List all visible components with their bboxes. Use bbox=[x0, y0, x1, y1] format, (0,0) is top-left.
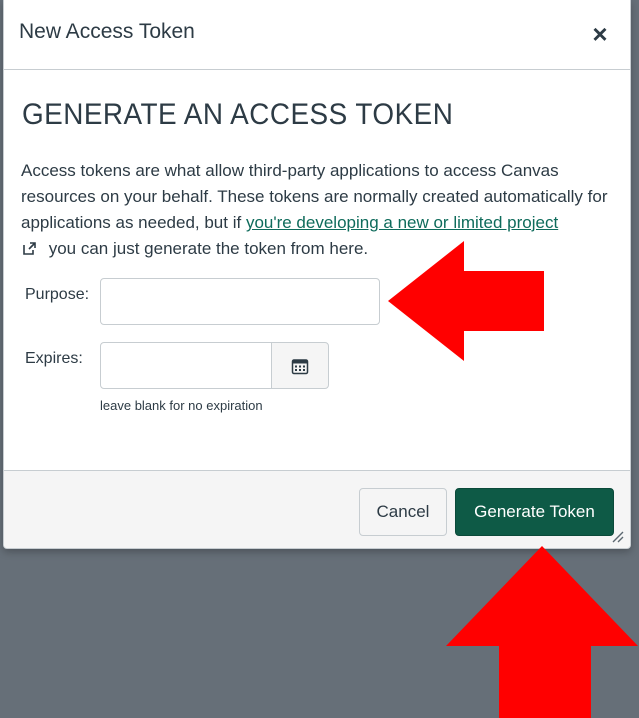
purpose-label: Purpose: bbox=[25, 286, 90, 303]
expires-hint: leave blank for no expiration bbox=[100, 398, 263, 413]
arrow-left-annotation bbox=[388, 241, 544, 361]
calendar-button[interactable] bbox=[271, 342, 329, 389]
purpose-input[interactable] bbox=[100, 278, 380, 325]
generate-token-button[interactable]: Generate Token bbox=[455, 488, 614, 536]
resize-handle-icon[interactable] bbox=[610, 529, 624, 543]
close-button[interactable]: × bbox=[588, 19, 612, 49]
arrow-up-annotation bbox=[446, 546, 638, 718]
expires-label: Expires: bbox=[25, 350, 83, 367]
page-title: GENERATE AN ACCESS TOKEN bbox=[22, 98, 454, 131]
cancel-button[interactable]: Cancel bbox=[359, 488, 447, 536]
calendar-icon bbox=[291, 358, 309, 374]
close-icon: × bbox=[592, 19, 608, 49]
expires-input[interactable] bbox=[100, 342, 272, 389]
dialog-title: New Access Token bbox=[19, 20, 195, 43]
dialog-header: New Access Token × bbox=[4, 0, 630, 70]
description-text-end: you can just generate the token from her… bbox=[44, 239, 369, 258]
external-link-icon bbox=[23, 242, 36, 255]
dialog-footer: Cancel Generate Token bbox=[4, 470, 630, 548]
developer-project-link[interactable]: you're developing a new or limited proje… bbox=[246, 213, 558, 232]
